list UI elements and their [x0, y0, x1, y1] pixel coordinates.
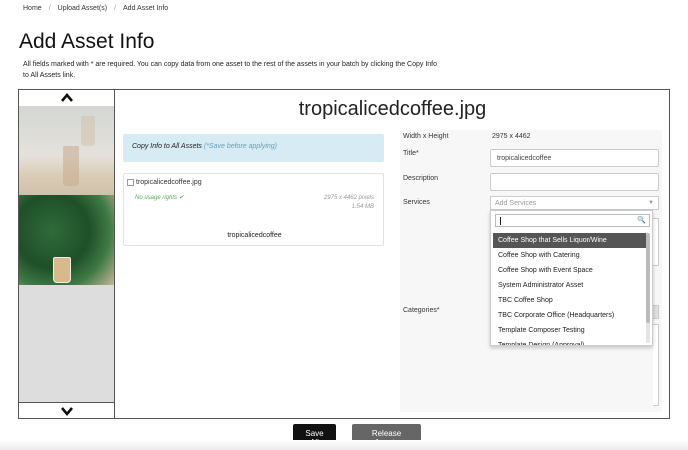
- copy-info-panel: Copy Info to All Assets (*Save before ap…: [123, 134, 384, 162]
- width-height-label: Width x Height: [403, 133, 449, 140]
- page-footer-shade: [0, 440, 688, 450]
- asset-editor-frame: tropicalicedcoffee.jpg Copy Info to All …: [18, 89, 670, 419]
- asset-name: tropicalicedcoffee: [227, 232, 282, 239]
- categories-select[interactable]: [653, 305, 659, 319]
- services-placeholder: Add Services: [495, 200, 537, 207]
- page-title: Add Asset Info: [19, 30, 155, 53]
- text-cursor: [500, 217, 501, 225]
- asset-pixel-size: 2975 x 4462 pixels: [323, 195, 374, 201]
- services-dropdown: 🔍 Coffee Shop that Sells Liquor/Wine Coff…: [490, 210, 653, 346]
- thumbnail-strip: [19, 90, 115, 418]
- asset-thumbnail-selected[interactable]: [19, 195, 114, 285]
- asset-thumbnail[interactable]: [19, 106, 114, 195]
- services-options: Coffee Shop that Sells Liquor/Wine Coffee…: [493, 233, 646, 345]
- breadcrumb: Home / Upload Asset(s) / Add Asset Info: [23, 5, 168, 12]
- services-option[interactable]: Coffee Shop with Catering: [493, 248, 646, 263]
- title-label: Title*: [403, 150, 419, 157]
- categories-selected-area[interactable]: [653, 324, 659, 406]
- services-option[interactable]: Template Composer Testing: [493, 323, 646, 338]
- scrollbar-thumb[interactable]: [646, 233, 650, 323]
- broken-image-icon: [127, 179, 134, 186]
- asset-filename-heading: tropicalicedcoffee.jpg: [298, 98, 487, 120]
- width-height-value: 2975 x 4462: [492, 133, 531, 140]
- services-option[interactable]: Coffee Shop with Event Space: [493, 263, 646, 278]
- asset-image-alt: tropicalicedcoffee.jpg: [136, 179, 202, 186]
- asset-file-size: 1.54 MB: [351, 204, 374, 210]
- search-icon: 🔍: [637, 217, 646, 224]
- thumbnail-scroll-up-button[interactable]: [19, 90, 114, 106]
- services-label: Services: [403, 199, 430, 206]
- usage-rights-status: No usage rights ✔: [135, 195, 184, 201]
- services-option[interactable]: System Administrator Asset: [493, 278, 646, 293]
- caret-down-icon: ▼: [648, 200, 654, 206]
- categories-label: Categories*: [403, 307, 440, 314]
- asset-info-form: Width x Height 2975 x 4462 Title* tropic…: [400, 130, 662, 412]
- breadcrumb-separator: /: [48, 5, 51, 12]
- copy-info-note: (*Save before applying): [203, 143, 278, 150]
- description-input[interactable]: [490, 173, 659, 191]
- asset-image: tropicalicedcoffee.jpg: [127, 179, 202, 186]
- copy-info-link[interactable]: Copy Info to All Assets: [132, 143, 202, 150]
- dropdown-scrollbar[interactable]: [646, 233, 650, 343]
- breadcrumb-separator: /: [114, 5, 117, 12]
- asset-dimensions: 2975 x 4462 pixels 1.54 MB: [324, 194, 374, 212]
- title-input[interactable]: tropicalicedcoffee: [490, 149, 659, 167]
- description-label: Description: [403, 175, 439, 182]
- intro-text: All fields marked with * are required. Y…: [23, 61, 438, 79]
- services-option[interactable]: TBC Coffee Shop: [493, 293, 646, 308]
- services-option[interactable]: Template Design (Approval): [493, 338, 646, 345]
- services-selected-area[interactable]: [653, 218, 659, 266]
- thumbnail-scroll-down-button[interactable]: [19, 402, 114, 418]
- chevron-down-icon: [60, 406, 73, 416]
- services-select[interactable]: Add Services ▼: [490, 196, 659, 210]
- asset-card: tropicalicedcoffee.jpg No usage rights ✔…: [123, 173, 384, 246]
- asset-details: tropicalicedcoffee.jpg Copy Info to All …: [115, 90, 670, 418]
- services-option[interactable]: TBC Corporate Office (Headquarters): [493, 308, 646, 323]
- chevron-up-icon: [60, 92, 73, 102]
- services-option[interactable]: Coffee Shop that Sells Liquor/Wine: [493, 233, 646, 248]
- services-search-input[interactable]: 🔍: [495, 214, 650, 227]
- breadcrumb-home[interactable]: Home: [23, 5, 42, 12]
- breadcrumb-current: Add Asset Info: [123, 5, 169, 12]
- breadcrumb-upload-assets[interactable]: Upload Asset(s): [58, 5, 107, 12]
